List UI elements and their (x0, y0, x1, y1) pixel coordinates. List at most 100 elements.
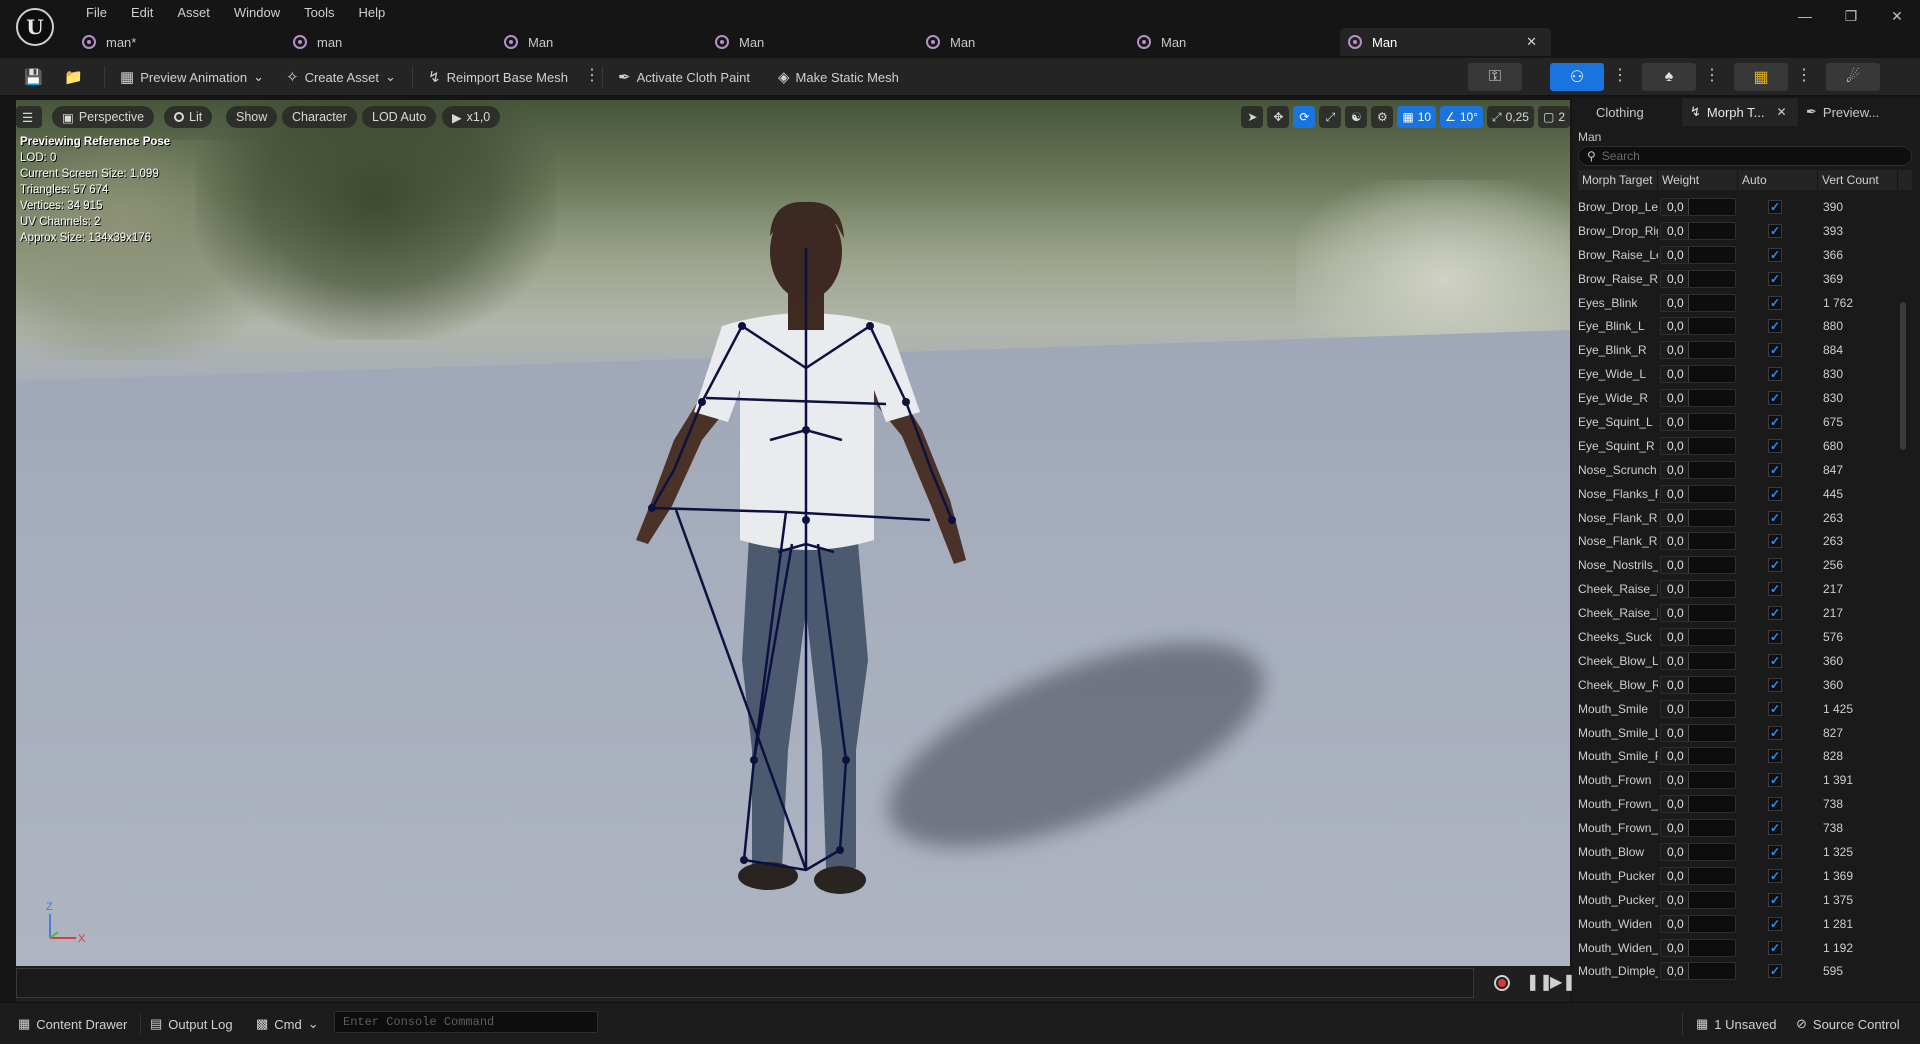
auto-checkbox[interactable]: ✓ (1768, 271, 1782, 286)
unreal-logo-icon[interactable]: U (16, 8, 54, 46)
auto-checkbox[interactable]: ✓ (1768, 558, 1782, 573)
table-row[interactable]: Mouth_Smile 0,0 ✓ 1 425 (1578, 697, 1912, 721)
rotate-tool-icon[interactable]: ⟳ (1293, 106, 1316, 128)
table-row[interactable]: Cheek_Blow_L 0,0 ✓ 360 (1578, 649, 1912, 673)
output-log-button[interactable]: ▤ Output Log (150, 1015, 233, 1033)
menu-help[interactable]: Help (346, 2, 397, 24)
weight-spinbox[interactable]: 0,0 (1660, 651, 1736, 670)
table-row[interactable]: Cheek_Raise_R 0,0 ✓ 217 (1578, 601, 1912, 625)
search-input[interactable] (1601, 149, 1892, 163)
column-header-morph-target[interactable]: Morph Target (1578, 170, 1658, 190)
table-row[interactable]: Nose_Flank_Raise_R0,0 ✓ 263 (1578, 529, 1912, 553)
table-row[interactable]: Mouth_Smile_L 0,0 ✓ 827 (1578, 721, 1912, 745)
tab-asset[interactable]: man* (74, 28, 285, 56)
table-row[interactable]: Nose_Scrunch 0,0 ✓ 847 (1578, 458, 1912, 482)
table-row[interactable]: Mouth_Frown_R 0,0 ✓ 738 (1578, 816, 1912, 840)
auto-checkbox[interactable]: ✓ (1768, 844, 1782, 859)
menu-tools[interactable]: Tools (292, 2, 346, 24)
camera-speed-button[interactable]: ▢ 2 (1537, 106, 1570, 128)
browse-asset-icon[interactable]: 📁 (64, 64, 83, 90)
tab-asset-active[interactable]: Man ✕ (1340, 28, 1551, 56)
physics-mode-button[interactable]: ☄ (1826, 63, 1880, 91)
weight-spinbox[interactable]: 0,0 (1660, 221, 1736, 240)
table-row[interactable]: Brow_Raise_Right0,0 ✓ 369 (1578, 267, 1912, 291)
weight-spinbox[interactable]: 0,0 (1660, 699, 1736, 718)
auto-checkbox[interactable]: ✓ (1768, 701, 1782, 716)
auto-checkbox[interactable]: ✓ (1768, 629, 1782, 644)
record-icon[interactable] (1494, 975, 1510, 991)
table-row[interactable]: Mouth_Widen_Sides0,0 ✓ 1 192 (1578, 936, 1912, 960)
playback-speed-button[interactable]: ▶ x1,0 (442, 106, 501, 128)
menu-asset[interactable]: Asset (165, 2, 222, 24)
mode-options-icon[interactable]: ⋮ (1612, 65, 1628, 85)
pause-icon[interactable]: ❚❚ (1526, 972, 1553, 992)
world-space-icon[interactable]: ☯ (1345, 106, 1368, 128)
console-input[interactable] (343, 1012, 593, 1032)
auto-checkbox[interactable]: ✓ (1768, 868, 1782, 883)
auto-checkbox[interactable]: ✓ (1768, 916, 1782, 931)
auto-checkbox[interactable]: ✓ (1768, 486, 1782, 501)
tab-asset[interactable]: Man (1129, 28, 1340, 56)
mode-options-icon[interactable]: ⋮ (1704, 65, 1720, 85)
weight-spinbox[interactable]: 0,0 (1660, 890, 1736, 909)
weight-spinbox[interactable]: 0,0 (1660, 412, 1736, 431)
table-row[interactable]: Eye_Blink_L 0,0 ✓ 880 (1578, 314, 1912, 338)
translate-tool-icon[interactable]: ✥ (1267, 106, 1290, 128)
weight-spinbox[interactable]: 0,0 (1660, 771, 1736, 790)
grid-snap-button[interactable]: ▦ 10 (1397, 106, 1437, 128)
table-row[interactable]: Nose_Flanks_Raise0,0 ✓ 445 (1578, 482, 1912, 506)
auto-checkbox[interactable]: ✓ (1768, 391, 1782, 406)
close-tab-icon[interactable]: ✕ (1526, 34, 1537, 50)
auto-checkbox[interactable]: ✓ (1768, 677, 1782, 692)
table-row[interactable]: Nose_Flank_Raise_L0,0 ✓ 263 (1578, 506, 1912, 530)
mesh-mode-button[interactable]: ⚇ (1550, 63, 1604, 91)
select-tool-icon[interactable]: ➤ (1241, 106, 1264, 128)
perspective-button[interactable]: ▣ Perspective (52, 106, 155, 128)
lit-button[interactable]: Lit (164, 106, 213, 128)
tab-preview-settings[interactable]: ✒ Preview... (1798, 98, 1920, 126)
angle-snap-button[interactable]: ∠ 10° (1440, 106, 1483, 128)
auto-checkbox[interactable]: ✓ (1768, 199, 1782, 214)
tab-morph-targets[interactable]: ↯ Morph T... ✕ (1682, 98, 1798, 126)
weight-spinbox[interactable]: 0,0 (1660, 269, 1736, 288)
weight-spinbox[interactable]: 0,0 (1660, 389, 1736, 408)
auto-checkbox[interactable]: ✓ (1768, 821, 1782, 836)
panel-scrollbar[interactable] (1900, 302, 1906, 450)
console-field[interactable] (334, 1011, 598, 1033)
weight-spinbox[interactable]: 0,0 (1660, 245, 1736, 264)
scale-tool-icon[interactable]: ⤢ (1319, 106, 1342, 128)
auto-checkbox[interactable]: ✓ (1768, 462, 1782, 477)
make-static-mesh-button[interactable]: ◈ Make Static Mesh (778, 64, 899, 90)
more-options-icon[interactable]: ⋮ (584, 65, 600, 85)
auto-checkbox[interactable]: ✓ (1768, 343, 1782, 358)
weight-spinbox[interactable]: 0,0 (1660, 580, 1736, 599)
character-button[interactable]: Character (282, 106, 357, 128)
table-row[interactable]: Mouth_Smile_R 0,0 ✓ 828 (1578, 744, 1912, 768)
weight-spinbox[interactable]: 0,0 (1660, 675, 1736, 694)
auto-checkbox[interactable]: ✓ (1768, 749, 1782, 764)
unsaved-button[interactable]: ▦ 1 Unsaved (1696, 1015, 1776, 1033)
table-row[interactable]: Mouth_Dimple_L0,0 ✓ 595 (1578, 960, 1912, 984)
auto-checkbox[interactable]: ✓ (1768, 438, 1782, 453)
table-row[interactable]: Mouth_Frown 0,0 ✓ 1 391 (1578, 768, 1912, 792)
table-row[interactable]: Mouth_Frown_L 0,0 ✓ 738 (1578, 792, 1912, 816)
activate-cloth-paint-button[interactable]: ✒ Activate Cloth Paint (618, 64, 750, 90)
weight-spinbox[interactable]: 0,0 (1660, 747, 1736, 766)
preview-animation-button[interactable]: ▦ Preview Animation ⌄ (120, 64, 264, 90)
table-row[interactable]: Eye_Wide_L 0,0 ✓ 830 (1578, 362, 1912, 386)
table-row[interactable]: Brow_Drop_Left 0,0 ✓ 390 (1578, 195, 1912, 219)
show-button[interactable]: Show (226, 106, 278, 128)
weight-spinbox[interactable]: 0,0 (1660, 293, 1736, 312)
auto-checkbox[interactable]: ✓ (1768, 510, 1782, 525)
auto-checkbox[interactable]: ✓ (1768, 582, 1782, 597)
viewport-menu-button[interactable]: ☰ (16, 106, 42, 128)
weight-spinbox[interactable]: 0,0 (1660, 484, 1736, 503)
cmd-dropdown[interactable]: ▩ Cmd ⌄ (256, 1015, 319, 1033)
table-row[interactable]: Mouth_Blow 0,0 ✓ 1 325 (1578, 840, 1912, 864)
weight-spinbox[interactable]: 0,0 (1660, 795, 1736, 814)
weight-spinbox[interactable]: 0,0 (1660, 341, 1736, 360)
viewport[interactable]: ☰ ▣ Perspective Lit Show Character LOD Au… (16, 100, 1570, 966)
content-drawer-button[interactable]: ▦ Content Drawer (18, 1015, 127, 1033)
table-row[interactable]: Mouth_Pucker_Open0,0 ✓ 1 375 (1578, 888, 1912, 912)
create-asset-button[interactable]: ✧ Create Asset ⌄ (286, 64, 396, 90)
